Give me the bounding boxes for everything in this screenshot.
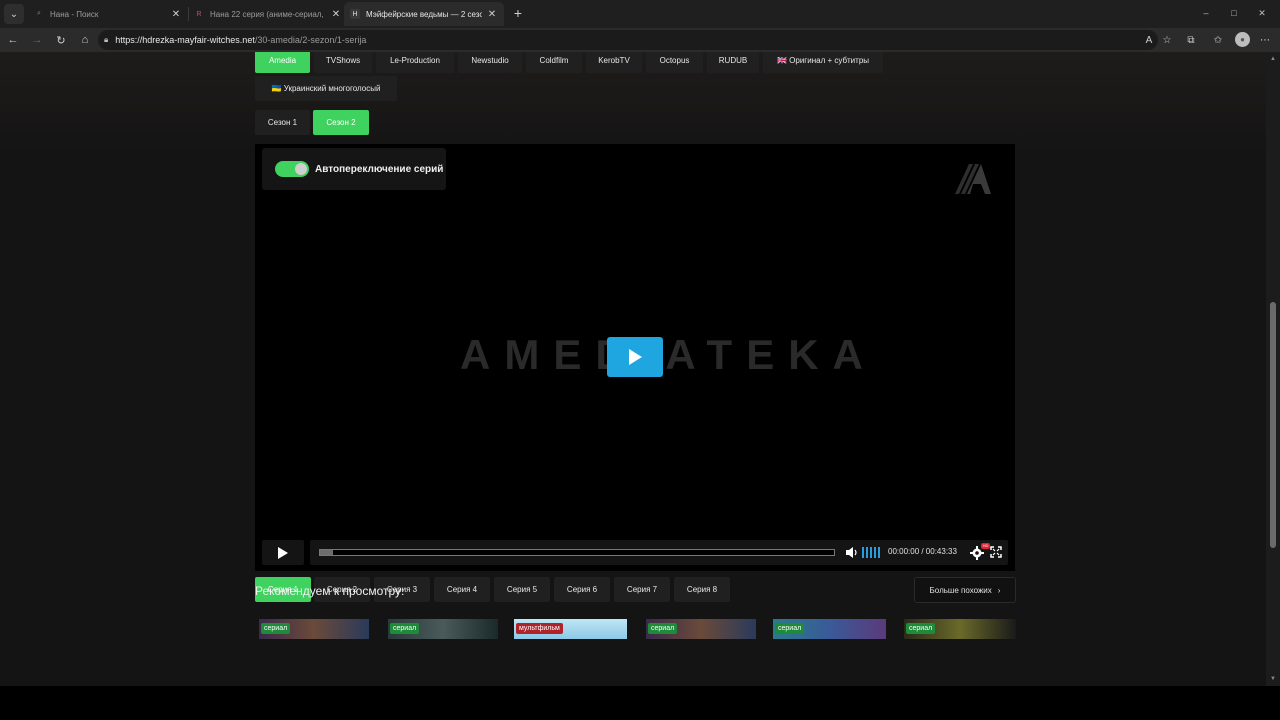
autoplay-panel: Автопереключение серий bbox=[262, 148, 446, 190]
card-badge: сериал bbox=[648, 623, 678, 634]
more-similar-label: Больше похожих bbox=[929, 585, 992, 595]
scroll-down-icon[interactable]: ▼ bbox=[1269, 676, 1277, 682]
close-icon[interactable]: ✕ bbox=[486, 9, 498, 20]
volume-bar bbox=[874, 547, 876, 558]
read-aloud-icon[interactable]: A bbox=[1141, 32, 1157, 48]
video-player[interactable]: Автопереключение серий AMEDIATEKA 00:00:… bbox=[255, 144, 1015, 571]
site-icon: R bbox=[196, 10, 202, 18]
player-controls: 00:00:00 / 00:43:33 HD bbox=[255, 537, 1015, 567]
recommendations-title: Рекомендуем к просмотру: bbox=[255, 584, 405, 598]
episode-5-tab[interactable]: Серия 5 bbox=[494, 577, 550, 602]
page-content: Amedia TVShows Le-Production Newstudio C… bbox=[0, 52, 1266, 686]
card-badge: сериал bbox=[775, 623, 805, 634]
translation-original-subtitles[interactable]: 🇬🇧 Оригинал + субтитры bbox=[763, 52, 883, 73]
scroll-thumb[interactable] bbox=[1270, 302, 1276, 548]
url-input[interactable]: 🔒︎ https://hdrezka-mayfair-witches.net /… bbox=[98, 30, 1158, 50]
more-menu-icon[interactable]: ⋯ bbox=[1257, 32, 1273, 48]
play-icon bbox=[278, 546, 288, 559]
translation-kerobtv[interactable]: KerobTV bbox=[586, 52, 642, 73]
translation-le-production[interactable]: Le-Production bbox=[376, 52, 454, 73]
hdrezka-icon: H bbox=[350, 9, 360, 19]
address-bar: ← → ↻ ⌂ 🔒︎ https://hdrezka-mayfair-witch… bbox=[0, 28, 1280, 52]
lock-icon: 🔒︎ bbox=[104, 35, 109, 44]
tab-search[interactable]: ⌕ Нана - Поиск ✕ bbox=[28, 2, 188, 26]
chevron-right-icon: › bbox=[997, 585, 1001, 595]
play-button[interactable] bbox=[607, 337, 663, 377]
taskbar-area bbox=[0, 686, 1280, 720]
home-icon[interactable]: ⌂ bbox=[77, 32, 93, 48]
more-similar-button[interactable]: Больше похожих › bbox=[914, 577, 1016, 603]
forward-icon[interactable]: → bbox=[29, 32, 45, 48]
card-badge: сериал bbox=[906, 623, 936, 634]
tab-title: Нана 22 серия (аниме-сериал, 2006 bbox=[210, 9, 326, 19]
recommendation-card[interactable]: сериал bbox=[646, 619, 756, 639]
episode-7-tab[interactable]: Серия 7 bbox=[614, 577, 670, 602]
back-icon[interactable]: ← bbox=[5, 32, 21, 48]
volume-bar bbox=[870, 547, 872, 558]
scroll-up-icon[interactable]: ▲ bbox=[1269, 56, 1277, 62]
volume-bar bbox=[862, 547, 864, 558]
minimize-button[interactable]: – bbox=[1198, 6, 1214, 20]
time-display: 00:00:00 / 00:43:33 bbox=[888, 547, 957, 556]
page-scrollbar[interactable]: ▲ ▼ bbox=[1266, 52, 1280, 686]
card-badge: мультфильм bbox=[516, 623, 563, 634]
recommendation-card[interactable]: сериал bbox=[388, 619, 498, 639]
favorites-icon[interactable]: ✩ bbox=[1210, 32, 1226, 48]
season-1-tab[interactable]: Сезон 1 bbox=[255, 110, 310, 135]
close-icon[interactable]: ✕ bbox=[330, 9, 342, 20]
volume-slider[interactable] bbox=[862, 547, 882, 558]
tab-mayfair-witches[interactable]: H Мэйфейрские ведьмы — 2 сезон ✕ bbox=[344, 2, 504, 26]
control-bar: 00:00:00 / 00:43:33 HD bbox=[310, 540, 1008, 565]
hd-badge: HD bbox=[981, 543, 990, 549]
tab-title: Мэйфейрские ведьмы — 2 сезон bbox=[366, 9, 482, 19]
card-badge: сериал bbox=[261, 623, 291, 634]
recommendation-card[interactable]: сериал bbox=[773, 619, 886, 639]
volume-bar bbox=[878, 547, 880, 558]
new-tab-button[interactable]: + bbox=[510, 5, 526, 21]
control-play-button[interactable] bbox=[262, 540, 304, 565]
translation-tvshows[interactable]: TVShows bbox=[314, 52, 372, 73]
recommendation-card[interactable]: мультфильм bbox=[514, 619, 627, 639]
episode-4-tab[interactable]: Серия 4 bbox=[434, 577, 490, 602]
close-window-button[interactable]: ✕ bbox=[1254, 6, 1270, 20]
buffered-fill bbox=[320, 550, 333, 555]
url-path: /30-amedia/2-sezon/1-serija bbox=[254, 35, 367, 45]
episode-8-tab[interactable]: Серия 8 bbox=[674, 577, 730, 602]
close-icon[interactable]: ✕ bbox=[170, 9, 182, 20]
autoplay-label: Автопереключение серий bbox=[315, 163, 444, 175]
volume-bar bbox=[866, 547, 868, 558]
season-2-tab[interactable]: Сезон 2 bbox=[313, 110, 369, 135]
maximize-button[interactable]: □ bbox=[1226, 6, 1242, 20]
amediateka-logo-icon bbox=[955, 164, 991, 194]
tab-title: Нана - Поиск bbox=[50, 9, 99, 19]
episode-6-tab[interactable]: Серия 6 bbox=[554, 577, 610, 602]
translation-octopus[interactable]: Octopus bbox=[646, 52, 703, 73]
tab-strip: ⌄ ⌕ Нана - Поиск ✕ R Нана 22 серия (аним… bbox=[0, 0, 1280, 28]
tab-nana-22[interactable]: R Нана 22 серия (аниме-сериал, 2006 ✕ bbox=[188, 2, 348, 26]
autoplay-toggle[interactable] bbox=[275, 161, 309, 177]
translation-newstudio[interactable]: Newstudio bbox=[458, 52, 522, 73]
refresh-icon[interactable]: ↻ bbox=[53, 32, 69, 48]
translation-ukrainian[interactable]: 🇺🇦 Украинский многоголосый bbox=[255, 76, 397, 101]
card-badge: сериал bbox=[390, 623, 420, 634]
profile-avatar[interactable]: ● bbox=[1235, 32, 1250, 47]
fullscreen-icon[interactable] bbox=[990, 546, 1002, 558]
search-icon: ⌕ bbox=[37, 10, 41, 17]
recommendation-card[interactable]: сериал bbox=[259, 619, 369, 639]
url-host: https://hdrezka-mayfair-witches.net bbox=[115, 35, 255, 45]
favorite-star-icon[interactable]: ☆ bbox=[1159, 32, 1175, 48]
translation-coldfilm[interactable]: Coldfilm bbox=[526, 52, 582, 73]
extensions-icon[interactable]: ⧉ bbox=[1183, 32, 1199, 48]
volume-icon[interactable] bbox=[845, 546, 859, 559]
recommendation-card[interactable]: сериал bbox=[904, 619, 1016, 639]
toggle-knob bbox=[295, 163, 307, 175]
progress-bar[interactable] bbox=[319, 549, 835, 556]
tab-actions-menu-icon[interactable]: ⌄ bbox=[4, 4, 24, 24]
translation-amedia[interactable]: Amedia bbox=[255, 52, 310, 73]
play-icon bbox=[629, 349, 642, 365]
translation-rudub[interactable]: RUDUB bbox=[707, 52, 759, 73]
